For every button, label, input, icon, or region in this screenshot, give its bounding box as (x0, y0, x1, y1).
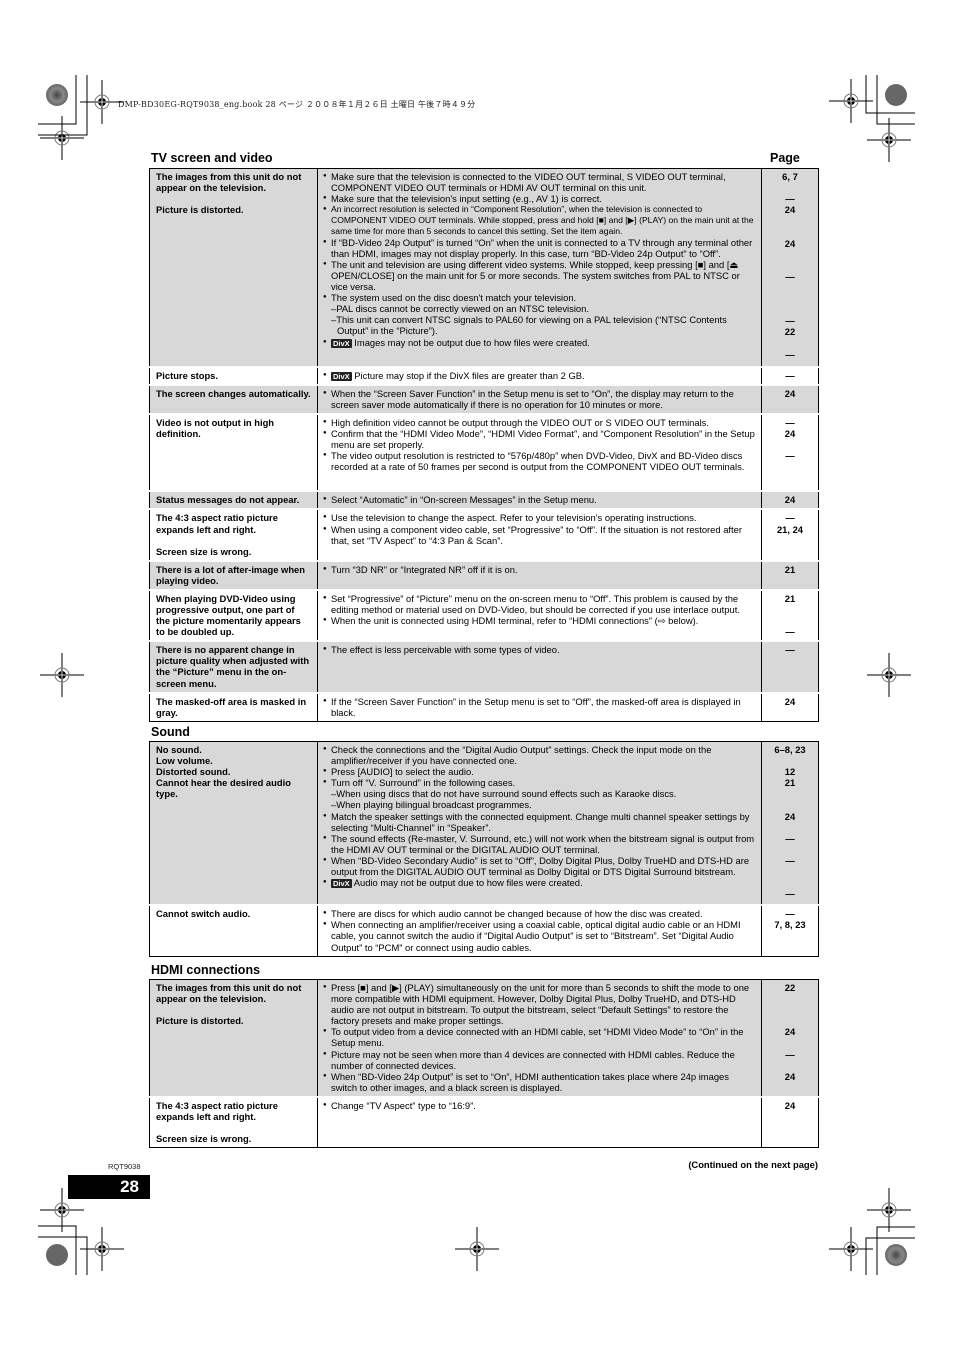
crop-marks (38, 75, 915, 1275)
registration-mark-icon (39, 652, 85, 698)
registration-mark-icon (866, 117, 912, 163)
color-target-icon (46, 1244, 68, 1266)
registration-mark-icon (454, 1226, 500, 1272)
registration-mark-icon (39, 1187, 85, 1233)
color-target-icon (885, 84, 907, 106)
registration-mark-icon (39, 115, 85, 161)
color-target-icon (46, 84, 68, 106)
color-target-icon (885, 1244, 907, 1266)
registration-mark-icon (866, 1187, 912, 1233)
registration-mark-icon (866, 652, 912, 698)
print-registration-marks (38, 75, 915, 1275)
